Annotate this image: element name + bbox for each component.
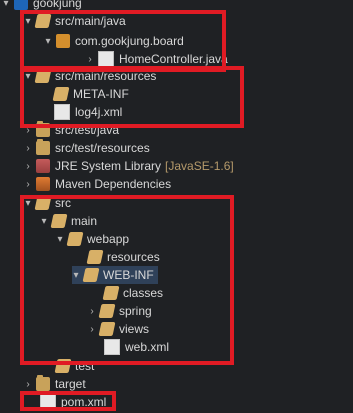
chevron-down-icon[interactable]: ▾ [2,0,10,9]
highlight-box-src-webapp [20,195,234,365]
maven-icon [36,177,50,191]
package-explorer-tree: ▾ gookjung ▾ src/main/java ▾ com.gookjun… [0,0,353,413]
folder-icon [36,375,50,391]
tree-item-label: gookjung [33,0,82,10]
chevron-right-icon[interactable]: › [24,178,32,190]
tree-item-label: target [55,377,86,391]
chevron-right-icon[interactable]: › [24,160,32,172]
tree-item-src-test-resources[interactable]: › src/test/resources [24,139,150,157]
tree-item-maven-deps[interactable]: › Maven Dependencies [24,175,171,193]
tree-item-jre-library[interactable]: › JRE System Library [JavaSE-1.6] [24,157,234,175]
highlight-box-src-main-java [20,10,226,72]
project-icon [14,0,28,10]
library-icon [36,159,50,173]
highlight-box-src-main-resources [20,66,244,128]
tree-item-label: src/test/resources [55,141,150,155]
folder-icon [36,139,50,155]
tree-item-label: JRE System Library [55,159,162,173]
jre-version-label: [JavaSE-1.6] [165,159,234,173]
chevron-right-icon[interactable]: › [24,378,32,390]
tree-item-label: Maven Dependencies [55,177,172,191]
highlight-box-pom [20,391,116,411]
chevron-right-icon[interactable]: › [24,142,32,154]
